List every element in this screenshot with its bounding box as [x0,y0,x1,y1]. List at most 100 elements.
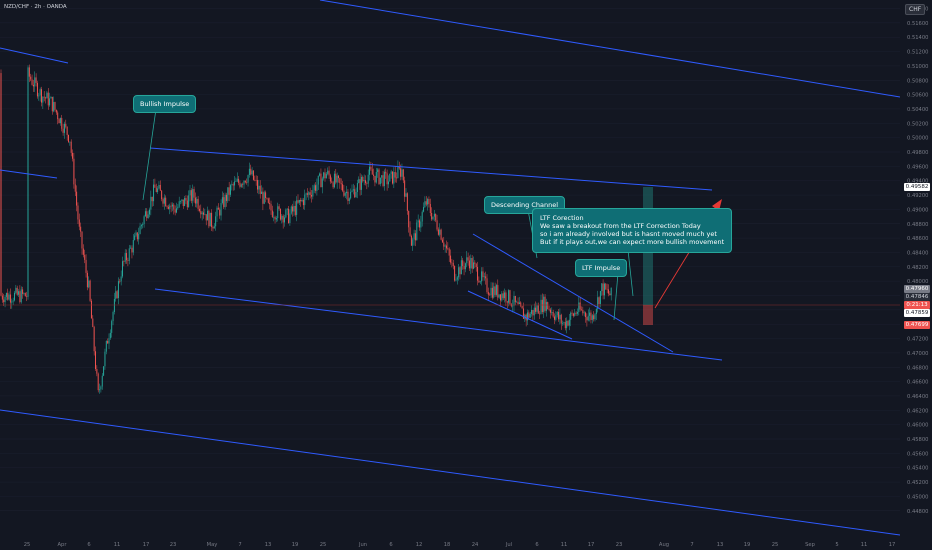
candle-body [495,285,497,295]
candle-body [448,248,450,256]
candle-body [261,191,263,194]
candle-body [470,257,472,269]
candle-body [298,199,300,203]
candle-body [122,261,123,277]
candle-body [436,220,438,230]
candle-body [36,82,38,97]
time-tick-label: 24 [472,542,479,548]
candle-body [100,386,102,390]
candle-body [342,184,344,191]
candle-body [46,92,48,99]
candle-body [344,193,346,196]
candle-body [192,189,194,201]
candle-body [63,123,65,133]
candle-body [410,235,412,246]
candle-body [250,168,252,175]
candle-body [578,302,580,313]
candle-body [427,199,429,205]
price-tick-label: 0.49600 [907,164,928,170]
time-tick-label: 6 [389,542,392,548]
candle-body [504,292,506,299]
candle-body [321,178,323,188]
candle-body [378,169,380,185]
candle-body [157,188,159,193]
candle-body [346,191,348,194]
candle-body [421,211,423,222]
price-tick-label: 0.49800 [907,150,928,156]
candle-body [95,351,96,370]
resistance-price-tag: 0.49582 [904,183,930,191]
candle-body [564,322,566,329]
candle-body [545,302,547,311]
candle-body [18,291,20,295]
price-tick-label: 0.50600 [907,93,928,99]
candle-body [105,340,107,352]
price-tick-label: 0.49200 [907,193,928,199]
candle-body [231,184,233,186]
time-tick-label: May [207,542,218,548]
time-tick-label: 11 [561,542,568,548]
candle-body [14,292,15,301]
candle-body [155,187,157,193]
candle-body [41,89,42,103]
candle-body [30,76,32,80]
candle-body [548,309,550,310]
candle-body [589,312,591,316]
candle-body [154,184,156,188]
chart-root[interactable]: 0.518000.516000.514000.512000.510000.508… [0,0,932,550]
time-tick-label: Jun [358,542,367,548]
candle-body [340,183,342,185]
candle-body [481,271,483,282]
chart-canvas[interactable]: 0.518000.516000.514000.512000.510000.508… [0,0,932,550]
time-tick-label: 7 [238,542,241,548]
candle-body [367,174,369,184]
candle-body [532,309,534,316]
candle-body [251,170,253,175]
candle-body [78,219,80,227]
candle-body [244,180,246,183]
candle-body [225,194,227,201]
price-tick-label: 0.45000 [907,494,928,500]
candle-body [77,205,79,220]
candle-body [153,184,155,202]
candle-body [85,259,87,273]
candle-body [581,309,582,311]
candle-body [59,118,61,124]
candle-body [20,289,22,303]
candle-body [39,89,41,96]
candle-body [263,192,265,204]
dark-price-tag: 0.47846 [904,293,930,301]
last-price-tag: 0.47859 [904,309,930,317]
candle-body [108,338,110,344]
candle-body [313,185,315,191]
candle-body [27,67,29,297]
time-tick-label: 17 [889,542,896,548]
currency-label[interactable]: CHF [905,4,926,15]
candle-body [296,200,298,215]
candle-body [446,245,447,249]
candle-body [576,312,578,314]
candle-body [319,173,321,176]
candle-body [543,296,545,313]
candle-body [143,216,145,224]
candle-body [130,247,132,249]
candle-body [96,369,98,374]
candle-body [8,294,10,300]
candle-body [386,173,388,185]
time-tick-label: 11 [114,542,121,548]
candle-body [462,260,464,267]
candle-body [354,189,356,198]
price-tick-label: 0.45800 [907,437,928,443]
candle-body [230,185,231,195]
candle-body [459,267,461,275]
time-tick-label: 25 [24,542,31,548]
candle-body [347,191,349,201]
candle-body [277,206,279,219]
candle-body [50,96,52,99]
candle-body [477,267,479,281]
candle-body [73,158,75,185]
candle-body [485,276,487,279]
candle-body [16,287,18,295]
candle-body [209,212,211,227]
candle-body [281,215,283,220]
